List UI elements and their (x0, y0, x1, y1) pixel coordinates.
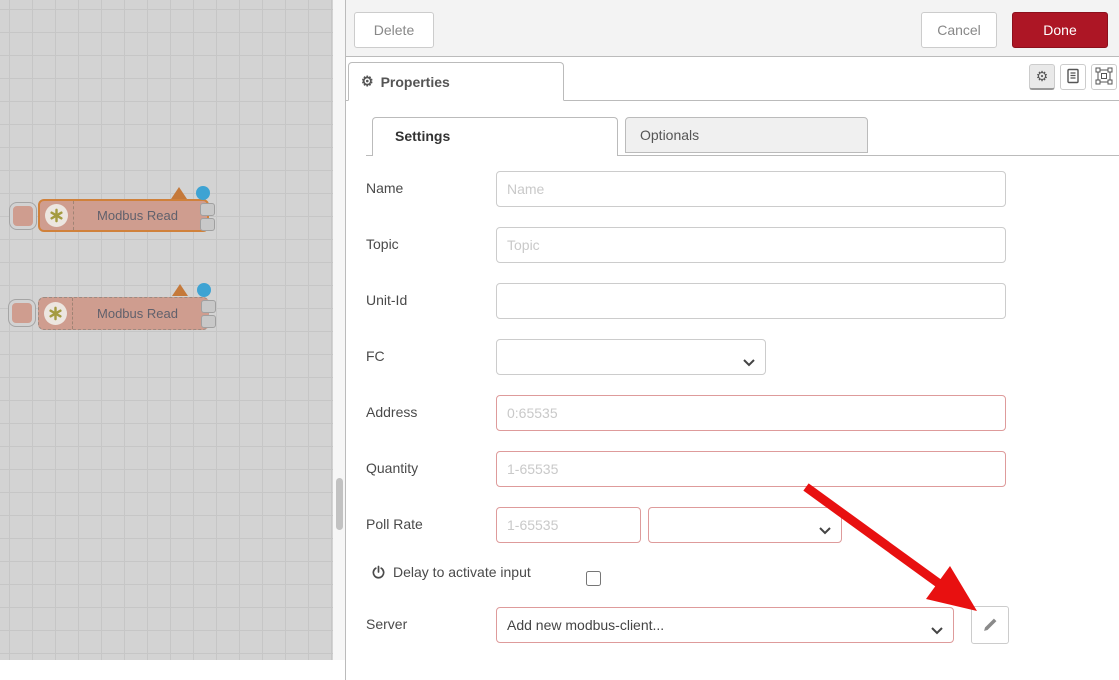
node-output-port-2[interactable] (200, 218, 215, 231)
power-icon (371, 565, 386, 580)
delay-row: Delay to activate input (371, 561, 531, 583)
node-label: Modbus Read (74, 201, 201, 230)
node-changed-icon (196, 186, 210, 200)
fc-label: FC (366, 348, 385, 364)
node-warning-triangle-icon (171, 187, 187, 199)
server-label: Server (366, 616, 407, 632)
topic-label: Topic (366, 236, 399, 252)
delete-button[interactable]: Delete (354, 12, 434, 48)
node-changed-icon (197, 283, 211, 297)
chevron-down-icon (743, 354, 755, 370)
properties-tab-bar: ⚙ Properties ⚙ (346, 57, 1119, 101)
node-output-port-1[interactable] (201, 300, 216, 313)
unit-id-label: Unit-Id (366, 292, 407, 308)
node-icon-region (39, 298, 73, 329)
canvas-scrollbar[interactable] (333, 0, 345, 660)
tab-optionals[interactable]: Optionals (625, 117, 868, 153)
delay-checkbox[interactable] (586, 571, 601, 586)
quantity-label: Quantity (366, 460, 418, 476)
node-label: Modbus Read (73, 298, 202, 329)
node-red-editor: Modbus Read Modbus Read Delete C (0, 0, 1119, 680)
modbus-read-node-2[interactable]: Modbus Read (38, 297, 209, 330)
done-button[interactable]: Done (1012, 12, 1108, 48)
chevron-down-icon (819, 522, 831, 538)
poll-rate-input[interactable] (496, 507, 641, 543)
node-appearance-button[interactable] (1091, 64, 1117, 90)
pencil-icon (982, 617, 998, 633)
delay-label: Delay to activate input (393, 564, 531, 580)
flow-canvas[interactable]: Modbus Read Modbus Read (0, 0, 333, 660)
node-output-port-2[interactable] (201, 315, 216, 328)
poll-rate-unit-select[interactable] (648, 507, 842, 543)
document-icon (1065, 68, 1081, 87)
name-label: Name (366, 180, 403, 196)
server-select-value: Add new modbus-client... (507, 617, 664, 633)
gear-icon: ⚙ (1036, 68, 1049, 85)
node-input-port[interactable] (10, 203, 36, 229)
tray-header: Delete Cancel Done (346, 0, 1119, 57)
node-icon-region (40, 201, 74, 230)
edit-description-button[interactable] (1060, 64, 1086, 90)
properties-tab-label: Properties (381, 74, 450, 90)
address-label: Address (366, 404, 417, 420)
tab-properties[interactable]: ⚙ Properties (348, 62, 564, 101)
address-input[interactable] (496, 395, 1006, 431)
tray-toolbar: ⚙ (1029, 64, 1117, 90)
node-input-port[interactable] (9, 300, 35, 326)
cancel-button[interactable]: Cancel (921, 12, 997, 48)
tab-settings[interactable]: Settings (372, 117, 618, 156)
topic-input[interactable] (496, 227, 1006, 263)
edit-properties-button[interactable]: ⚙ (1029, 64, 1055, 90)
modbus-asterisk-icon (45, 204, 68, 227)
name-input[interactable] (496, 171, 1006, 207)
modbus-read-node-1[interactable]: Modbus Read (38, 199, 209, 232)
poll-rate-label: Poll Rate (366, 516, 423, 532)
edit-server-button[interactable] (971, 606, 1009, 644)
modbus-asterisk-icon (44, 302, 67, 325)
node-warning-triangle-icon (172, 284, 188, 296)
chevron-down-icon (931, 622, 943, 638)
edit-tray: Delete Cancel Done ⚙ Properties ⚙ (345, 0, 1119, 680)
gear-icon: ⚙ (361, 73, 374, 90)
server-select[interactable]: Add new modbus-client... (496, 607, 954, 643)
fc-select[interactable] (496, 339, 766, 375)
quantity-input[interactable] (496, 451, 1006, 487)
scrollbar-thumb[interactable] (336, 478, 343, 530)
appearance-icon (1095, 67, 1113, 88)
node-output-port-1[interactable] (200, 203, 215, 216)
unit-id-input[interactable] (496, 283, 1006, 319)
